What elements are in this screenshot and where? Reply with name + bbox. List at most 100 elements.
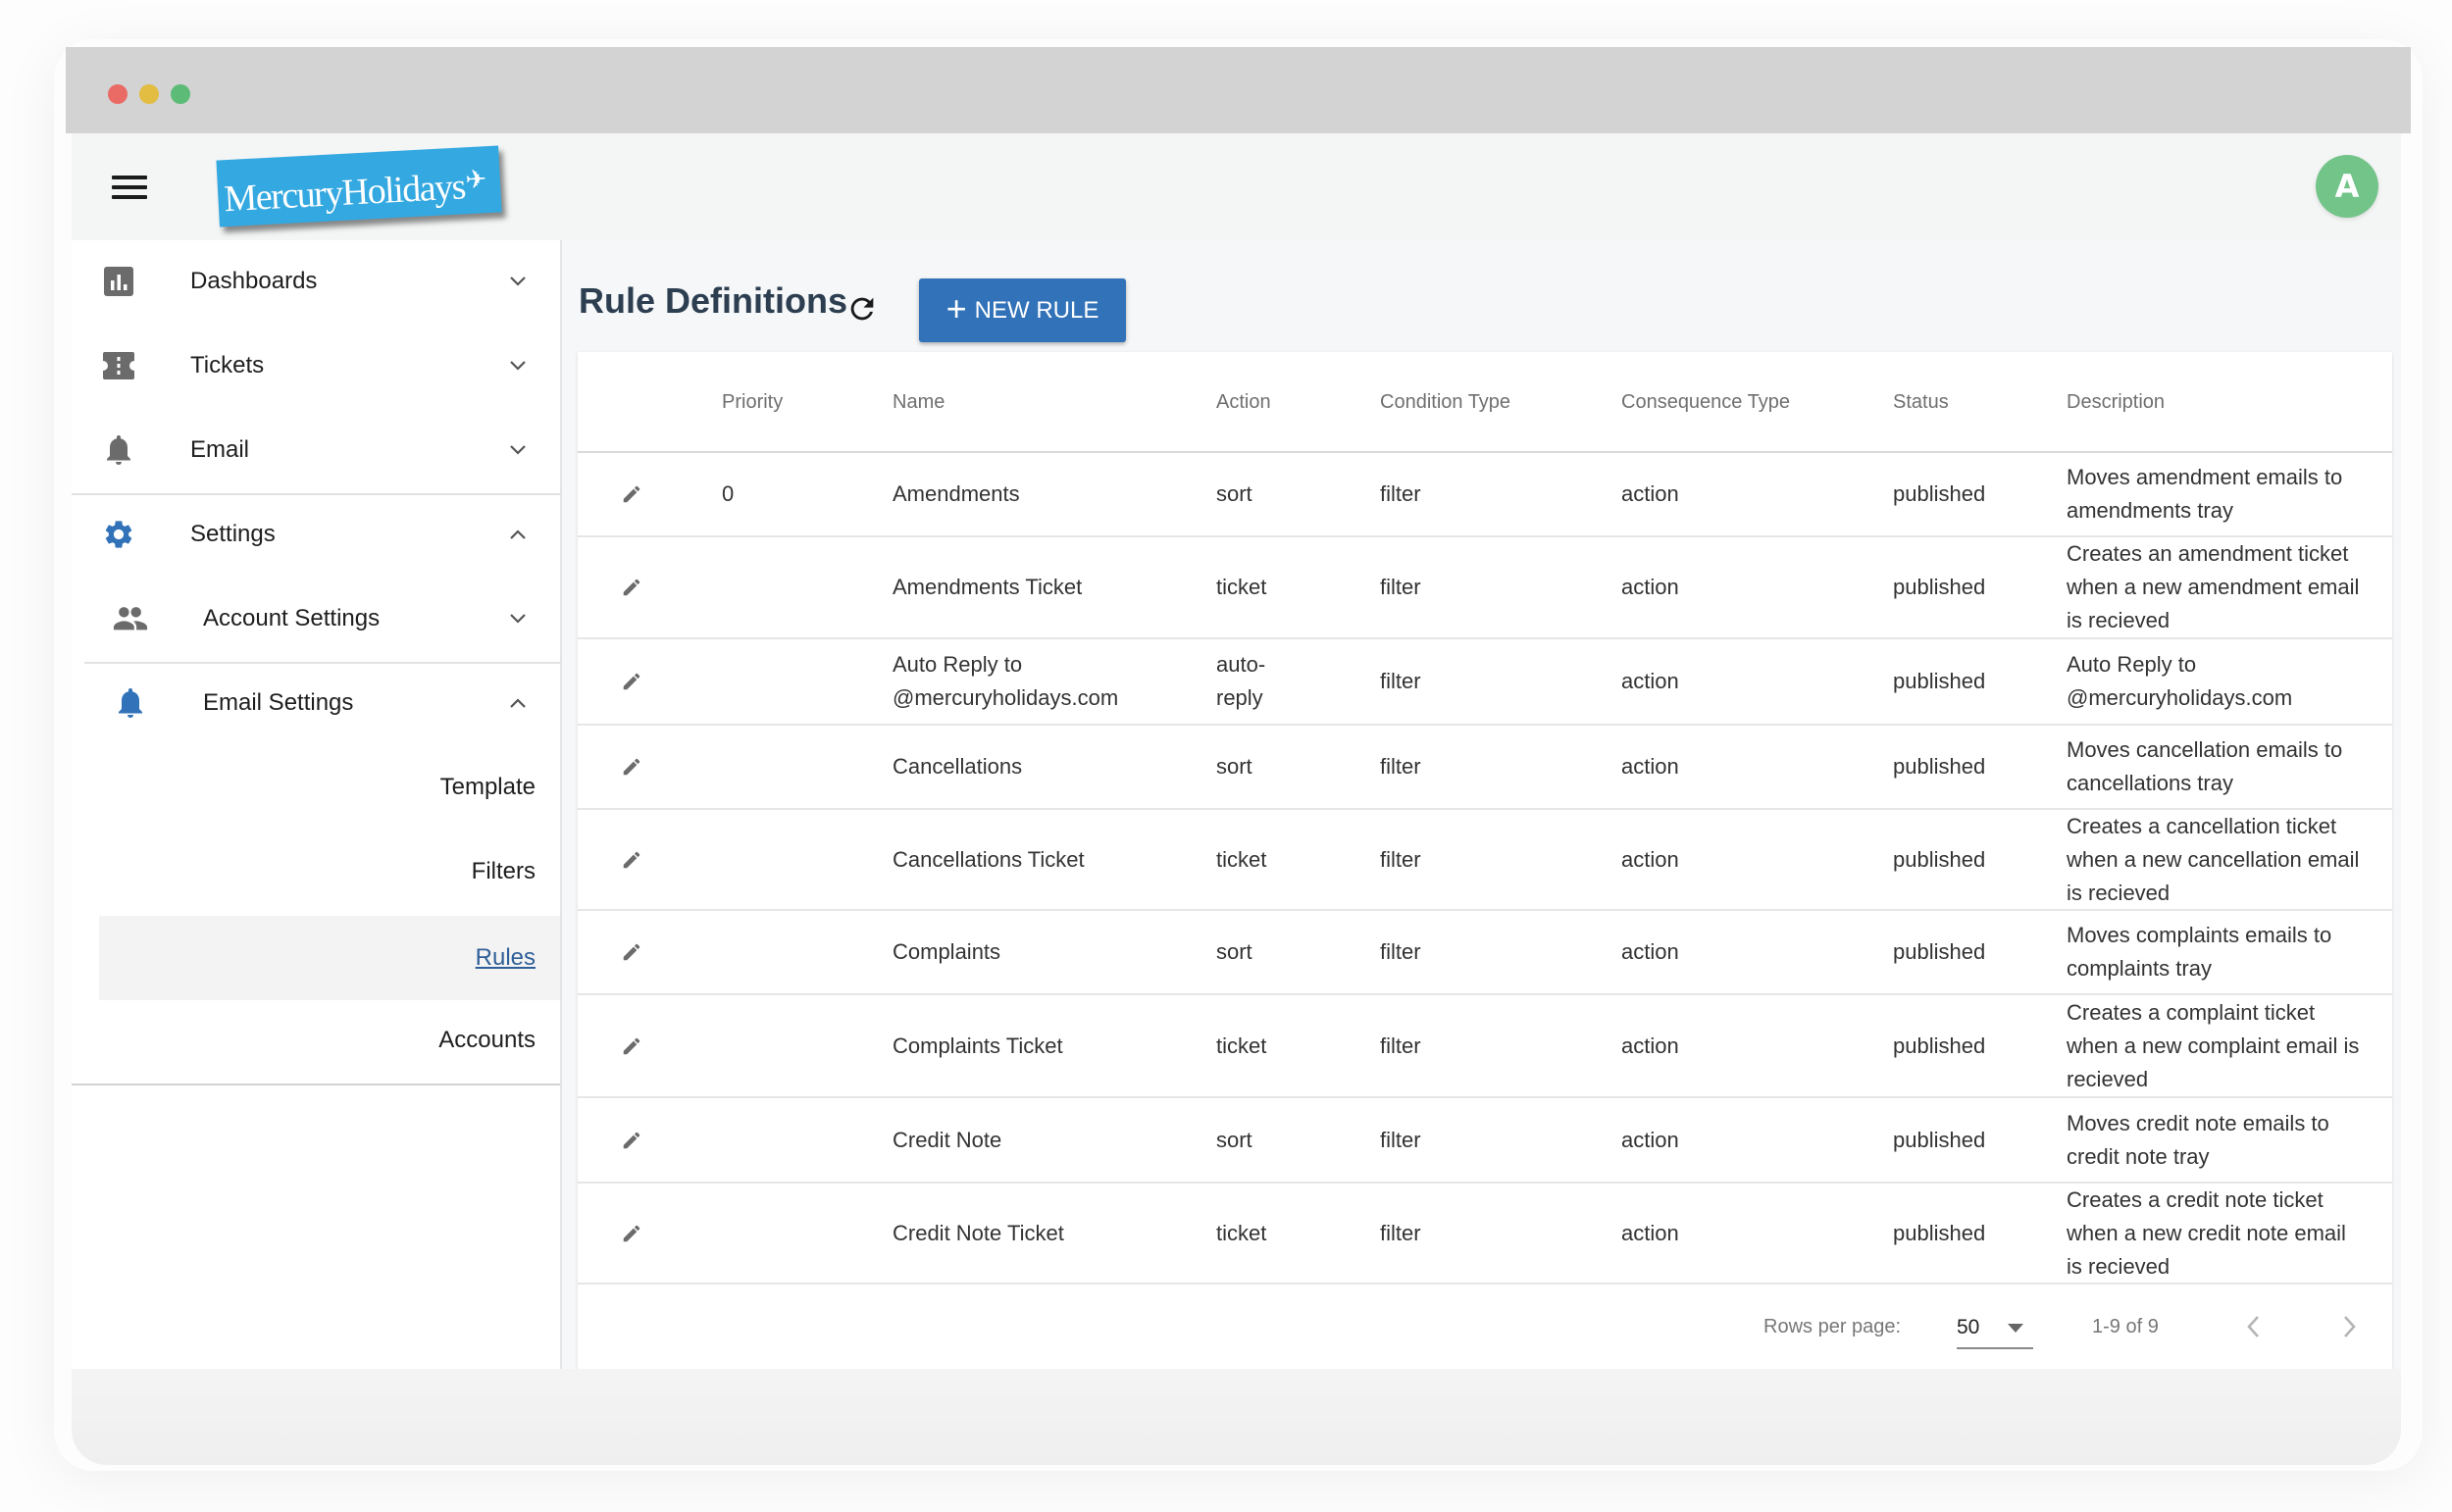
cell-name: Amendments [893,481,1020,506]
column-header-consequence-type[interactable]: Consequence Type [1621,352,1790,452]
cell-name: Credit Note [893,1127,1002,1152]
edit-rule-button[interactable] [617,1098,646,1182]
edit-rule-button[interactable] [617,726,646,808]
edit-rule-button[interactable] [617,995,646,1096]
table-row[interactable]: Complaints Ticket ticket filter action publi… [578,995,2392,1098]
sidebar-item-settings[interactable]: Settings [72,495,560,574]
table-row[interactable]: Amendments Ticket ticket filter action publi… [578,537,2392,639]
chevron-left-icon [2247,1316,2259,1337]
cell-status: published [1893,669,1986,693]
sidebar-item-email-settings[interactable]: Email Settings [72,664,560,742]
cell-action: sort [1216,939,1252,964]
chevron-up-icon [510,529,526,539]
cell-status: published [1893,1033,1986,1058]
plane-icon: ✈ [464,165,486,196]
table-row[interactable]: Credit Note Ticket ticket filter action publ… [578,1184,2392,1285]
sidebar-item-label: Settings [190,521,276,547]
edit-rule-button[interactable] [617,911,646,993]
sidebar-link-template[interactable]: Template [99,745,560,830]
link-label: Filters [471,858,536,884]
cell-consequence-type: action [1621,939,1679,964]
page-range-text: 1-9 of 9 [2092,1316,2159,1337]
rows-per-page-select[interactable]: 50 [1957,1306,2033,1349]
table-row[interactable]: 0 Amendments sort filter action published Move… [578,453,2392,537]
cell-status: published [1893,754,1986,779]
logo-text: MercuryHolidays [223,166,466,221]
window-close-button[interactable] [108,84,128,104]
column-header-description[interactable]: Description [2067,352,2165,452]
sidebar: Dashboards Tickets Email Settings Accoun… [72,240,562,1369]
pencil-icon [623,1225,640,1241]
people-icon [113,601,148,636]
cell-status: published [1893,939,1986,964]
window-minimize-button[interactable] [139,84,159,104]
chevron-down-icon [510,361,526,371]
cell-consequence-type: action [1621,1220,1679,1245]
sidebar-link-rules[interactable]: Rules [99,916,560,1000]
cell-status: published [1893,1127,1986,1152]
table-pagination: Rows per page: 50 1-9 of 9 [578,1285,2392,1369]
gear-icon [101,517,136,552]
cell-consequence-type: action [1621,481,1679,506]
pencil-icon [623,943,640,961]
sidebar-item-label: Account Settings [203,605,381,631]
chevron-down-icon [510,445,526,455]
edit-rule-button[interactable] [617,453,646,535]
column-header-priority[interactable]: Priority [722,352,783,452]
table-row[interactable]: Auto Reply to @mercuryholidays.com auto-r… [578,639,2392,726]
refresh-icon[interactable] [845,292,879,326]
page-title: Rule Definitions [579,280,848,321]
table-row[interactable]: Complaints sort filter action published Moves… [578,911,2392,995]
column-header-condition-type[interactable]: Condition Type [1380,352,1510,452]
window-bottom [72,1369,2401,1465]
cell-consequence-type: action [1621,1033,1679,1058]
cell-condition-type: filter [1380,1033,1421,1058]
column-header-action[interactable]: Action [1216,352,1271,452]
cell-name: Credit Note Ticket [893,1220,1064,1245]
sidebar-item-dashboards[interactable]: Dashboards [72,242,560,321]
sidebar-item-label: Tickets [190,352,265,378]
rows-per-page-value: 50 [1957,1316,1980,1338]
cell-description: Auto Reply to @mercuryholidays.com [2067,652,2293,710]
cell-description: Moves complaints emails to complaints tr… [2067,923,2332,981]
sidebar-link-filters[interactable]: Filters [99,830,560,914]
cell-status: published [1893,1220,1986,1245]
cell-description: Creates an amendment ticket when a new a… [2067,541,2360,632]
cell-condition-type: filter [1380,1220,1421,1245]
link-label: Template [439,774,536,800]
table-row[interactable]: Cancellations Ticket ticket filter action pu… [578,810,2392,911]
cell-action: ticket [1216,575,1267,599]
sidebar-item-label: Email [190,436,250,463]
column-header-status[interactable]: Status [1893,352,1949,452]
cell-condition-type: filter [1380,575,1421,599]
cell-consequence-type: action [1621,1127,1679,1152]
next-page-button[interactable] [2331,1309,2367,1344]
cell-consequence-type: action [1621,575,1679,599]
sidebar-link-accounts[interactable]: Accounts [99,998,560,1083]
rows-per-page-label: Rows per page: [1763,1316,1902,1337]
edit-rule-button[interactable] [617,1184,646,1283]
sidebar-item-label: Dashboards [190,268,318,294]
table-row[interactable]: Cancellations sort filter action published Mo… [578,726,2392,810]
cell-action: auto-reply [1216,652,1266,710]
cell-description: Creates a cancellation ticket when a new… [2067,813,2360,905]
cell-condition-type: filter [1380,481,1421,506]
sidebar-item-tickets[interactable]: Tickets [72,327,560,405]
edit-rule-button[interactable] [617,810,646,909]
window-maximize-button[interactable] [171,84,190,104]
cell-condition-type: filter [1380,754,1421,779]
cell-consequence-type: action [1621,754,1679,779]
sidebar-item-email[interactable]: Email [72,411,560,489]
chevron-down-icon [510,277,526,286]
edit-rule-button[interactable] [617,537,646,637]
sidebar-item-account-settings[interactable]: Account Settings [72,580,560,658]
new-rule-button[interactable]: + NEW RULE [919,278,1126,342]
table-row[interactable]: Credit Note sort filter action published Move… [578,1098,2392,1184]
edit-rule-button[interactable] [617,639,646,724]
hamburger-menu-icon[interactable] [112,176,147,201]
column-header-name[interactable]: Name [893,352,945,452]
previous-page-button[interactable] [2236,1309,2272,1344]
cell-consequence-type: action [1621,846,1679,872]
cell-action: ticket [1216,1033,1267,1058]
user-avatar[interactable]: A [2316,155,2378,218]
